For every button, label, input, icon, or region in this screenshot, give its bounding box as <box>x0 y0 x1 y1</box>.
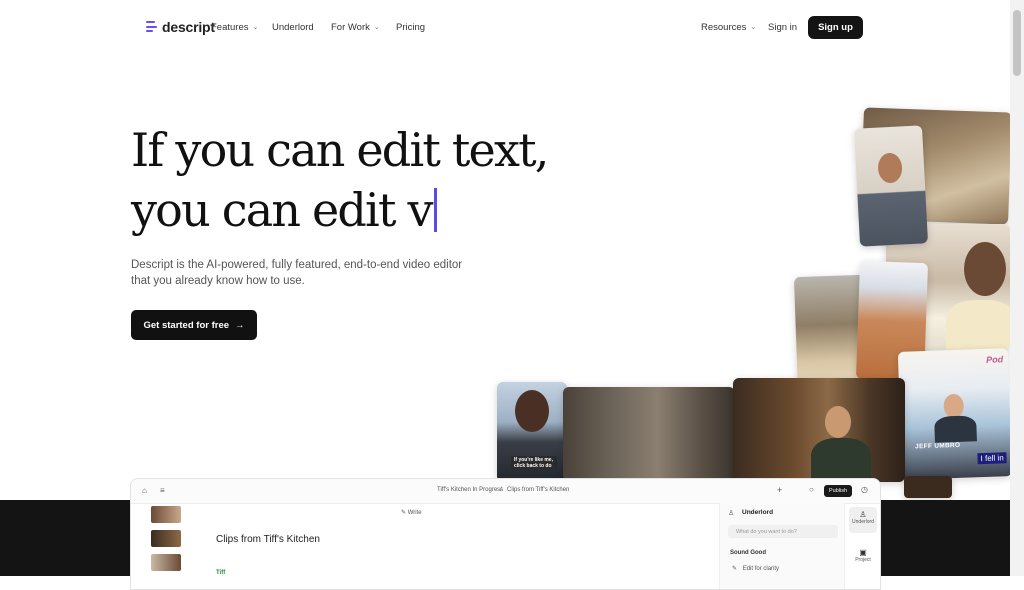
nav-features[interactable]: Features ⌄ <box>211 22 258 33</box>
descript-logo[interactable]: descript <box>146 19 215 35</box>
scrollbar-thumb[interactable] <box>1013 10 1021 76</box>
nav-underlord[interactable]: Underlord <box>272 22 314 33</box>
headline-line-1: If you can edit text, <box>131 123 549 177</box>
nav-resources[interactable]: Resources ⌄ <box>701 22 756 33</box>
hero-headline: If you can edit text, you can edit v <box>131 120 549 240</box>
edit-clarity-label: Edit for clarity <box>742 566 780 572</box>
breadcrumb-separator: / <box>500 487 502 493</box>
menu-icon[interactable]: ≡ <box>160 486 165 495</box>
app-preview: ⌂ ≡ Tiff's Kitchen In Progress / Clips f… <box>130 478 881 590</box>
person-head <box>877 152 903 184</box>
write-label: Write <box>407 510 422 516</box>
nav-pricing-label: Pricing <box>396 22 426 33</box>
arrow-right-icon: → <box>235 319 245 331</box>
ask-input[interactable]: What do you want to do? <box>728 525 838 538</box>
add-icon[interactable]: + <box>777 485 782 495</box>
descript-logo-icon <box>146 20 157 34</box>
chevron-down-icon: ⌄ <box>373 23 380 31</box>
person-head <box>825 406 851 438</box>
rail-project-button[interactable]: ▣ Project <box>849 545 877 571</box>
rail-project-label: Project <box>855 557 871 563</box>
person-shirt <box>811 438 871 482</box>
nav-features-label: Features <box>211 22 249 33</box>
edit-clarity-action[interactable]: ✎ Edit for clarity <box>732 565 779 572</box>
breadcrumb-file[interactable]: Clips from Tiff's Kitchen <box>507 487 569 493</box>
chevron-down-icon: ⌄ <box>252 23 259 31</box>
signin-label: Sign in <box>768 22 798 33</box>
person-head <box>964 242 1006 296</box>
breadcrumb-project[interactable]: Tiff's Kitchen In Progress <box>437 487 503 493</box>
signup-button[interactable]: Sign up <box>808 16 863 39</box>
section-label: Sound Good <box>730 550 766 556</box>
side-rail: ♙ Underlord ▣ Project <box>844 503 880 589</box>
underlord-icon: ♙ <box>728 510 735 517</box>
video-tile-jeff: Pod JEFF UMBRO I fell in <box>897 348 1013 480</box>
jeff-name-label: JEFF UMBRO <box>915 441 961 451</box>
top-nav: descript Features ⌄ Underlord For Work ⌄… <box>0 0 1010 56</box>
underlord-panel: Underlord ♙ What do you want to do? Soun… <box>719 503 845 589</box>
history-icon[interactable]: ◷ <box>861 485 868 494</box>
clip-thumbnail[interactable] <box>151 506 181 523</box>
rail-underlord-button[interactable]: ♙ Underlord <box>849 507 877 533</box>
underlord-title: Underlord <box>742 509 774 516</box>
nav-resources-label: Resources <box>701 22 747 33</box>
video-tile-boy: If you're like me, click back to do <box>497 382 567 482</box>
headline-line-2: you can edit v <box>131 180 548 240</box>
nav-for-work-label: For Work <box>331 22 370 33</box>
page-scrollbar[interactable] <box>1010 0 1024 576</box>
doc-title[interactable]: Clips from Tiff's Kitchen <box>216 534 320 545</box>
comment-icon[interactable]: ○ <box>809 485 814 494</box>
publish-button[interactable]: Publish <box>824 485 852 497</box>
corner-logo: Pod <box>985 354 1004 365</box>
write-button[interactable]: ✎ Write <box>401 509 422 516</box>
get-started-button[interactable]: Get started for free → <box>131 310 257 340</box>
nav-underlord-label: Underlord <box>272 22 314 33</box>
video-tile-partial <box>904 476 952 498</box>
person-head <box>515 390 549 432</box>
video-tile-studio <box>563 387 735 481</box>
speaker-label: Tiff <box>216 570 226 576</box>
get-started-label: Get started for free <box>143 319 230 331</box>
headline-line-2-text: you can edit v <box>131 183 433 237</box>
video-tile-podcast <box>733 378 905 482</box>
jeff-caption: I fell in <box>977 452 1007 465</box>
boy-caption: If you're like me, click back to do <box>511 456 557 470</box>
project-icon: ▣ <box>859 548 867 557</box>
logo-text: descript <box>162 19 215 35</box>
home-icon[interactable]: ⌂ <box>142 486 147 495</box>
hero-subtitle: Descript is the AI-powered, fully featur… <box>131 259 463 287</box>
clip-thumbnail[interactable] <box>151 554 181 571</box>
clip-thumbnail[interactable] <box>151 530 181 547</box>
typing-cursor <box>433 188 437 232</box>
signin-link[interactable]: Sign in <box>768 22 797 33</box>
person-shirt <box>934 415 977 443</box>
chevron-down-icon: ⌄ <box>750 23 757 31</box>
person-shirt <box>946 300 1010 350</box>
nav-for-work[interactable]: For Work ⌄ <box>331 22 380 33</box>
nav-pricing[interactable]: Pricing <box>396 22 425 33</box>
app-toolbar: ⌂ ≡ Tiff's Kitchen In Progress / Clips f… <box>131 479 880 504</box>
underlord-icon: ♙ <box>859 510 867 519</box>
rail-underlord-label: Underlord <box>852 519 874 525</box>
person-head <box>943 393 965 419</box>
video-tile-man <box>853 125 929 247</box>
